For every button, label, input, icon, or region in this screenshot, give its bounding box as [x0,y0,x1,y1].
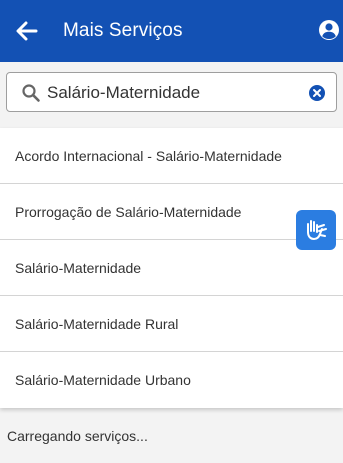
list-item[interactable]: Salário-Maternidade Urbano [0,352,343,408]
list-item[interactable]: Acordo Internacional - Salário-Maternida… [0,128,343,184]
clear-icon[interactable] [308,84,326,102]
loading-status-text: Carregando serviços... [7,428,148,444]
results-list: Acordo Internacional - Salário-Maternida… [0,128,343,408]
arrow-left-icon [16,21,38,41]
app-screen: Mais Serviços Acordo Internacional - Sal… [0,0,343,463]
search-input[interactable] [47,79,302,107]
sign-language-icon [307,220,327,240]
list-item[interactable]: Salário-Maternidade [0,240,343,296]
back-button[interactable] [15,19,39,43]
list-item[interactable]: Prorrogação de Salário-Maternidade [0,184,343,240]
search-bar [6,72,337,112]
page-title: Mais Serviços [63,20,183,41]
app-header: Mais Serviços [0,0,343,62]
search-icon [22,84,40,102]
list-item[interactable]: Salário-Maternidade Rural [0,296,343,352]
user-circle-icon [319,20,339,40]
accessibility-sign-language-button[interactable] [296,210,336,250]
profile-button[interactable] [317,18,341,42]
